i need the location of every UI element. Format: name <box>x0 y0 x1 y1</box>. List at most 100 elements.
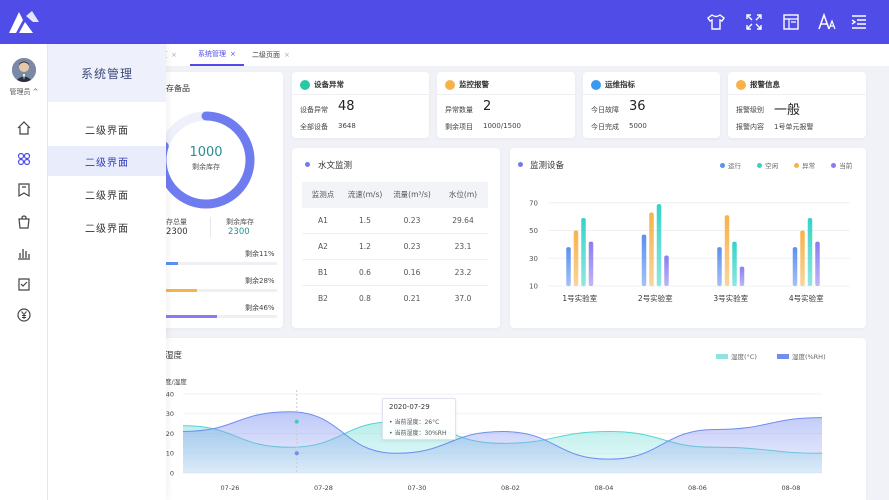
bar-legend: 运行 空闲 异常 当前 <box>720 160 852 170</box>
monitor-device-card: 监测设备 运行 空闲 异常 当前 10 30 50 70 1号实验室 2号实验室 3号实验室… <box>510 148 866 328</box>
close-icon[interactable]: × <box>230 50 236 58</box>
table-header: 流速(m/s) <box>347 190 383 199</box>
stat-value: 36 <box>629 99 646 114</box>
legend-label: 当前 <box>839 162 853 170</box>
table-row: B2 0.8 0.21 37.0 <box>302 286 488 312</box>
legend-label: 湿度(%RH) <box>791 353 826 361</box>
close-icon[interactable]: × <box>284 51 290 59</box>
apps-icon[interactable] <box>16 151 32 167</box>
monitor-bar-chart: 10 30 50 70 1号实验室 2号实验室 3号实验室 4号实验室 <box>529 199 850 303</box>
stat-card-device-abnormal: 设备异常 设备异常 48 全部设备 3648 <box>292 72 429 138</box>
submenu-item[interactable]: 二级界面 <box>48 212 166 242</box>
table-cell: B1 <box>318 268 328 277</box>
y-tick-label: 30 <box>529 255 538 263</box>
avatar[interactable] <box>12 58 36 82</box>
layout-icon[interactable] <box>781 12 801 32</box>
y-tick-label: 0 <box>170 470 174 478</box>
tooltip-text: 当前湿度：30%RH <box>394 430 447 437</box>
submenu-item-active[interactable]: 二级界面 <box>48 146 166 176</box>
bar-chart-icon[interactable] <box>16 245 32 261</box>
area-fill <box>183 411 822 473</box>
y-tick-label: 50 <box>529 227 538 235</box>
stock-bar-label: 剩余28% <box>245 277 275 285</box>
table-cell: B2 <box>318 294 328 303</box>
y-tick-label: 30 <box>166 410 174 418</box>
title-dot-icon <box>518 162 523 167</box>
stat-card-title: 报警信息 <box>750 80 780 89</box>
bar <box>664 255 669 286</box>
stock-bar-track <box>166 289 277 292</box>
fullscreen-icon[interactable] <box>744 12 764 32</box>
stock-title: 存备品 <box>166 84 190 93</box>
divider <box>583 94 720 95</box>
table-cell: 0.8 <box>359 294 371 303</box>
divider <box>728 94 866 95</box>
admin-label[interactable]: 管理员 ^ <box>0 87 48 97</box>
stock-bar-track <box>166 262 277 265</box>
stat-label: 设备异常 <box>300 106 328 114</box>
submenu-item[interactable]: 二级界面 <box>48 114 166 144</box>
submenu-item[interactable]: 二级界面 <box>48 179 166 209</box>
stat-card-ops-indicator: 运维指标 今日故障 36 今日完成 5000 <box>583 72 720 138</box>
bar <box>566 247 571 286</box>
table-cell: 23.1 <box>454 242 472 251</box>
divider <box>292 94 429 95</box>
device-icon <box>300 80 310 90</box>
x-tick-label: 4号实验室 <box>789 293 824 303</box>
bookmark-icon[interactable] <box>16 182 32 198</box>
bar <box>573 230 579 286</box>
tab-system-management[interactable]: 系统管理 × <box>190 44 244 66</box>
menu-indent-icon[interactable] <box>849 12 869 32</box>
table-header: 水位(m) <box>448 190 478 199</box>
ops-icon <box>591 80 601 90</box>
stat-label: 全部设备 <box>300 123 328 131</box>
stock-bar-track <box>166 315 277 318</box>
table-cell: A1 <box>318 216 328 225</box>
table-row: A1 1.5 0.23 29.64 <box>302 208 488 234</box>
tab-label: 系统管理 <box>198 50 226 58</box>
y-tick-label: 20 <box>166 430 174 438</box>
stock-bar-fill <box>166 315 218 318</box>
x-tick-label: 07-26 <box>221 484 240 492</box>
table-cell: 1.5 <box>359 216 371 225</box>
tab-secondary-page[interactable]: 二级页面 × <box>252 44 290 66</box>
stat-card-monitor-alarm: 监控报警 异常数量 2 剩余项目 1000/1500 <box>437 72 575 138</box>
home-icon[interactable] <box>16 120 32 136</box>
shopping-bag-icon[interactable] <box>16 214 32 230</box>
stat-card-title: 监控报警 <box>459 80 489 89</box>
y-tick-label: 70 <box>529 199 538 207</box>
stat-value: 3648 <box>338 122 356 130</box>
stock-bar-label: 剩余11% <box>245 250 275 258</box>
stat-label: 今日故障 <box>591 106 619 114</box>
font-size-icon[interactable] <box>817 12 837 32</box>
stock-center-value: 1000 <box>189 145 223 160</box>
title-dot-icon <box>305 162 310 167</box>
bar <box>588 241 594 286</box>
x-tick-label: 07-30 <box>408 484 427 492</box>
stock-center-label: 剩余库存 <box>192 163 220 171</box>
table-header: 流量(m³/s) <box>393 190 431 199</box>
table-row: B1 0.6 0.16 23.2 <box>302 260 488 286</box>
shirt-icon[interactable] <box>706 12 726 32</box>
logo-icon <box>9 11 39 33</box>
stock-total-value: 2300 <box>166 227 188 237</box>
submenu-title: 系统管理 <box>48 44 166 102</box>
table-cell: 0.16 <box>403 268 421 277</box>
tab-bar: 页 × 系统管理 × 二级页面 × <box>160 44 889 66</box>
humidity-title: 湿度 <box>165 351 183 361</box>
currency-icon[interactable] <box>16 307 32 323</box>
divider <box>437 94 575 95</box>
checklist-icon[interactable] <box>16 276 32 292</box>
bar <box>792 247 798 286</box>
bar <box>581 218 586 286</box>
stat-value: 1号单元报警 <box>774 123 814 131</box>
table-row: A2 1.2 0.23 23.1 <box>302 234 488 260</box>
bar <box>800 230 805 286</box>
x-tick-label: 08-06 <box>688 484 707 492</box>
humidity-card: 湿度 度/湿度 湿度(°C) 湿度(%RH) 0 10 20 30 40 07-26 07-… <box>150 338 866 500</box>
water-title: 水文监测 <box>318 161 353 171</box>
legend-label: 异常 <box>802 162 816 170</box>
close-icon[interactable]: × <box>171 51 177 59</box>
table-cell: 23.2 <box>454 268 472 277</box>
alarm-icon <box>445 80 455 90</box>
